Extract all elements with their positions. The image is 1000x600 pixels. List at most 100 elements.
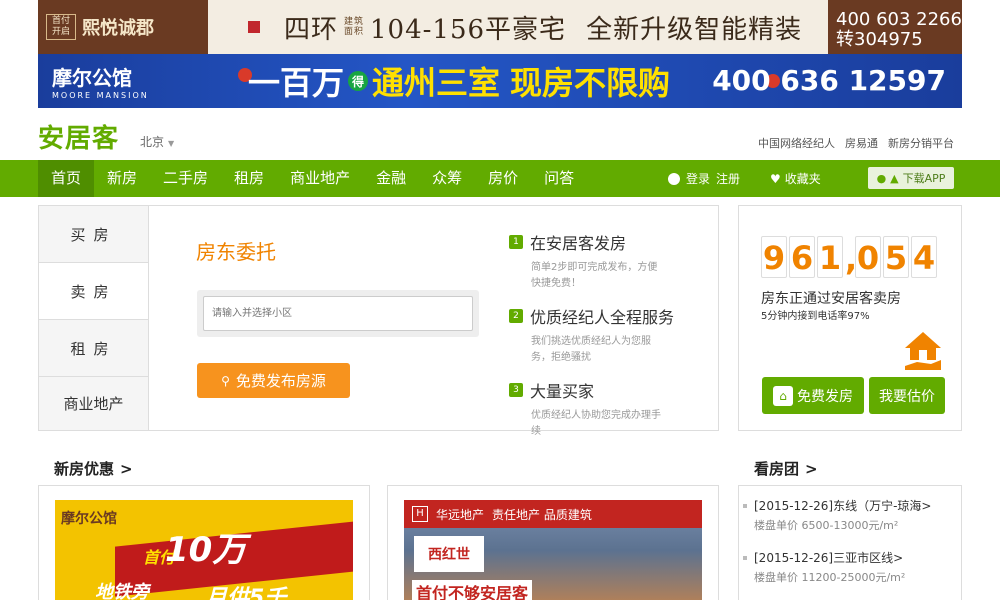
community-input-wrap — [197, 290, 479, 337]
nav-item-rent[interactable]: 租房 — [221, 160, 277, 197]
estimate-label: 我要估价 — [879, 388, 935, 405]
counter-digit: 4 — [911, 236, 937, 278]
panel-title: 房东委托 — [196, 240, 276, 264]
tour-title: [2015-12-26]东线（万宁-琼海> — [754, 499, 932, 513]
site-logo[interactable]: 安居客 — [38, 118, 119, 155]
nav-item-finance[interactable]: 金融 — [363, 160, 419, 197]
register-link[interactable]: 注册 — [716, 170, 740, 187]
android-icon: ▲ — [890, 171, 899, 185]
city-label: 北京 — [140, 135, 165, 149]
banner2-slogan-b: 通州三室 — [372, 64, 501, 102]
banner2-slogan: 一百万 得 通州三室 现房不限购 — [248, 62, 670, 102]
chevron-right-icon: > — [120, 460, 133, 478]
ad2-slogan: 责任地产 品质建筑 — [492, 507, 592, 522]
banner1-text: 四环 建筑面积 104-156平豪宅 全新升级智能精装 — [284, 9, 802, 46]
banner1-headline-a: 四环 — [284, 14, 339, 45]
banner2-slogan-a: 一百万 — [248, 64, 345, 102]
deal-ad-image[interactable]: 摩尔公馆 首付 10万 地铁旁 月供5千 — [55, 500, 353, 600]
new-house-deals-title[interactable]: 新房优惠 > — [54, 458, 133, 479]
nav-items: 首页 新房 二手房 租房 商业地产 金融 众筹 房价 问答 — [38, 160, 587, 197]
tour-list: [2015-12-26]东线（万宁-琼海> 楼盘单价 6500-13000元/m… — [743, 498, 954, 600]
step-item: 2 优质经纪人全程服务 我们挑选优质经纪人为您服务，拒绝骚扰 — [509, 304, 709, 366]
panel-tabs: 买房 卖房 租房 商业地产 — [39, 206, 149, 430]
tab-buy[interactable]: 买房 — [39, 206, 148, 263]
bullet-icon — [743, 556, 747, 560]
top-link-distribution[interactable]: 新房分销平台 — [888, 135, 954, 151]
favorites-link[interactable]: ♥ 收藏夹 — [770, 160, 821, 197]
nav-item-home[interactable]: 首页 — [38, 160, 95, 197]
apple-icon: ● — [876, 171, 887, 185]
chevron-down-icon: ▼ — [168, 139, 175, 148]
heart-icon: ♥ — [770, 171, 781, 186]
step-desc: 优质经纪人协助您完成办理手续 — [531, 410, 661, 437]
tour-group-title[interactable]: 看房团 > — [754, 458, 818, 479]
free-post-button[interactable]: ⌂ 免费发房 — [762, 377, 864, 414]
banner1-headline-stack: 建筑面积 — [344, 17, 365, 37]
nav-item-second-hand[interactable]: 二手房 — [150, 160, 221, 197]
nav-item-price[interactable]: 房价 — [475, 160, 531, 197]
tab-commercial[interactable]: 商业地产 — [39, 377, 148, 430]
list-item[interactable]: [2015-12-26]三亚市区线> 楼盘单价 11200-25000元/m² — [743, 550, 954, 586]
free-post-label: 免费发房 — [797, 388, 853, 405]
publish-listing-button[interactable]: ⚲ 免费发布房源 — [197, 363, 350, 398]
banner1-brand: 熙悦诚郡 — [82, 18, 154, 39]
top-link-agent[interactable]: 中国网络经纪人 — [758, 135, 835, 151]
counter-digit: 1 — [817, 236, 843, 278]
step-desc: 简单2步即可完成发布，方便快捷免费！ — [531, 262, 658, 289]
banner2-slogan-badge: 得 — [348, 71, 369, 91]
deal-card[interactable]: 摩尔公馆 首付 10万 地铁旁 月供5千 — [38, 485, 370, 600]
download-app-label: 下载APP — [902, 172, 946, 185]
step-number: 1 — [509, 235, 523, 249]
tab-rent[interactable]: 租房 — [39, 320, 148, 377]
tour-price: 楼盘单价 11200-25000元/m² — [754, 571, 906, 584]
stats-line2: 5分钟内接到电话率97% — [761, 311, 870, 322]
community-input[interactable] — [203, 296, 473, 331]
deal-ad-image[interactable]: H 华远地产 责任地产 品质建筑 西红世 首付不够安居客 — [404, 500, 702, 600]
top-links: 中国网络经纪人 房易通 新房分销平台 — [758, 135, 954, 151]
banner1-phone-2: 转304975 — [836, 29, 923, 50]
step-item: 1 在安居客发房 简单2步即可完成发布，方便快捷免费！ — [509, 230, 709, 292]
tour-title: [2015-12-26]三亚市区线> — [754, 551, 904, 565]
ad2-brand: 华远地产 — [436, 507, 485, 522]
tab-sell[interactable]: 卖房 — [39, 263, 148, 320]
banner1-headline: 四环 建筑面积 104-156平豪宅 全新升级智能精装 — [208, 0, 828, 54]
nav-item-new-house[interactable]: 新房 — [94, 160, 150, 197]
stats-line1: 房东正通过安居客卖房 — [761, 291, 901, 307]
nav-item-qa[interactable]: 问答 — [531, 160, 587, 197]
nav-item-commercial[interactable]: 商业地产 — [277, 160, 363, 197]
ad-banner-second[interactable]: 摩尔公馆 MOORE MANSION 一百万 得 通州三室 现房不限购 400 … — [38, 54, 962, 108]
landlord-panel: 买房 卖房 租房 商业地产 房东委托 ⚲ 免费发布房源 1 在安居客发房 简单2… — [38, 205, 719, 437]
download-app-button[interactable]: ● ▲ 下载APP — [868, 167, 954, 189]
deal-card[interactable]: H 华远地产 责任地产 品质建筑 西红世 首付不够安居客 — [387, 485, 719, 600]
list-item[interactable]: [2015-12-26]东线（万宁-琼海> 楼盘单价 6500-13000元/m… — [743, 498, 954, 534]
house-hand-icon — [905, 332, 941, 370]
chevron-right-icon: > — [805, 460, 818, 478]
brand-mark-icon: H — [412, 506, 428, 522]
top-link-fangyitong[interactable]: 房易通 — [845, 135, 878, 151]
step-title: 在安居客发房 — [530, 234, 627, 253]
ad-banner-top[interactable]: 首付开启 熙悦诚郡 四环 建筑面积 104-156平豪宅 全新升级智能精装 40… — [38, 0, 962, 54]
banner1-headline-c: 全新升级智能精装 — [586, 14, 803, 45]
step-number: 2 — [509, 309, 523, 323]
stats-box: 9 6 1 , 0 5 4 房东正通过安居客卖房 5分钟内接到电话率97% ⌂ … — [738, 205, 962, 431]
banner2-slogan-c: 现房不限购 — [510, 64, 671, 102]
login-link[interactable]: 登录 — [686, 170, 710, 187]
user-icon — [668, 172, 680, 185]
banner1-phone-1: 400 603 2266 — [836, 9, 962, 30]
counter-digit: 0 — [855, 236, 881, 278]
ad2-bottom: 首付不够安居客 — [412, 580, 533, 600]
step-title: 大量买家 — [530, 382, 595, 401]
publish-listing-label: 免费发布房源 — [235, 372, 326, 390]
banner1-headline-b: 104-156平豪宅 — [370, 14, 567, 45]
banner2-brand: 摩尔公馆 MOORE MANSION — [52, 62, 149, 100]
counter-comma: , — [845, 240, 858, 278]
counter-digit: 6 — [789, 236, 815, 278]
key-icon: ⚲ — [221, 373, 230, 388]
ad1-sub: 地铁旁 — [95, 582, 149, 600]
banner2-brand-text: 摩尔公馆 — [52, 66, 132, 90]
step-desc: 我们挑选优质经纪人为您服务，拒绝骚扰 — [531, 336, 651, 363]
nav-item-crowdfunding[interactable]: 众筹 — [419, 160, 475, 197]
estimate-button[interactable]: 我要估价 — [869, 377, 945, 414]
tour-card: [2015-12-26]东线（万宁-琼海> 楼盘单价 6500-13000元/m… — [738, 485, 962, 600]
city-selector[interactable]: 北京 ▼ — [140, 133, 174, 150]
